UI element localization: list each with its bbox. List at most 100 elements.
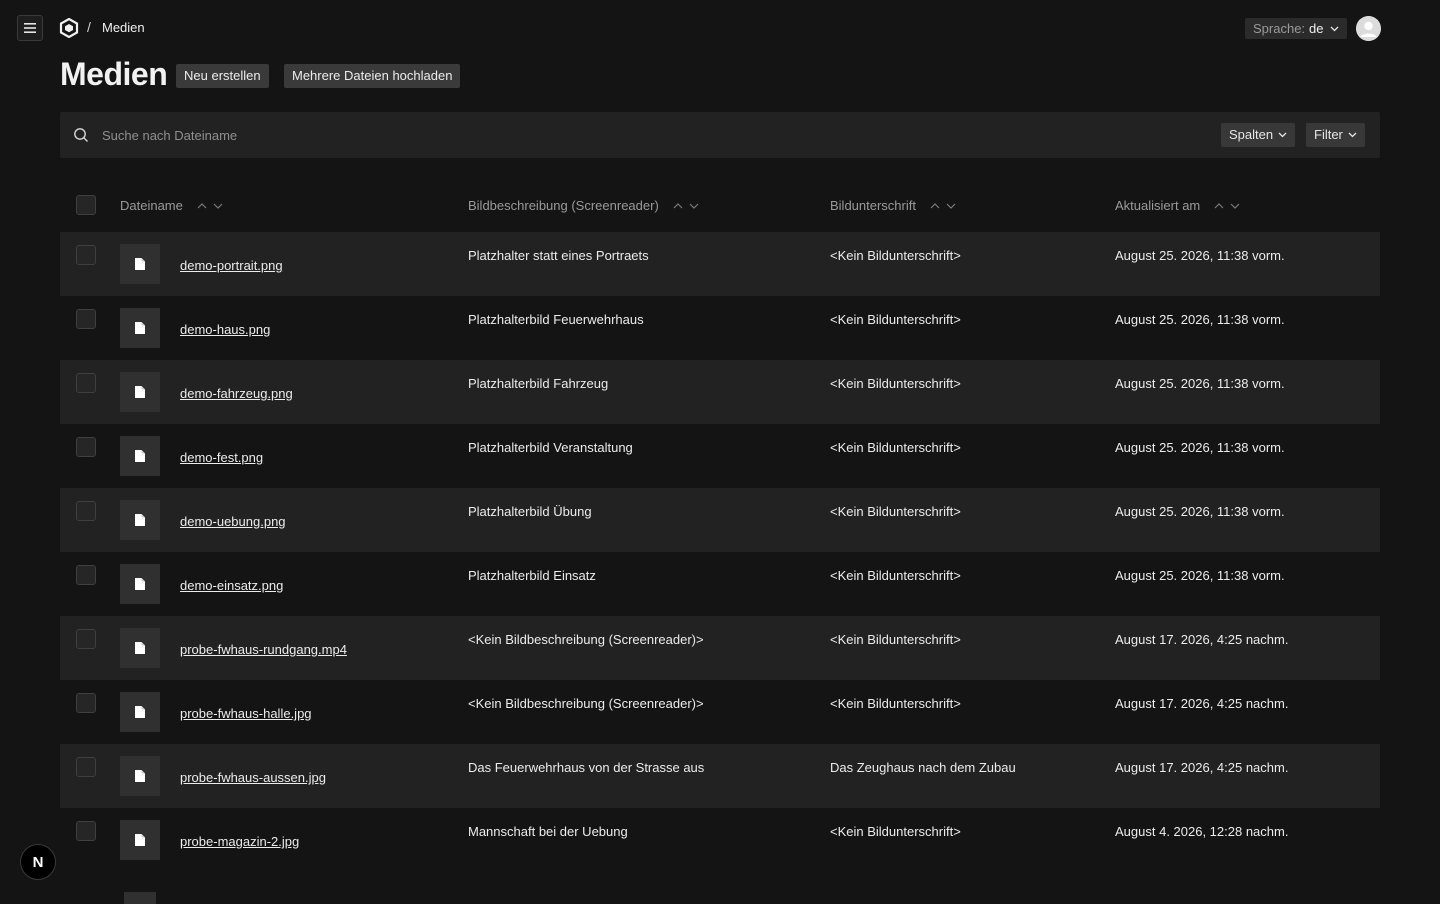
file-icon <box>135 322 145 334</box>
filename-link[interactable]: probe-fwhaus-rundgang.mp4 <box>180 642 347 657</box>
alt-text-cell: Platzhalterbild Feuerwehrhaus <box>468 312 644 327</box>
updated-date-cell: August 25. 2026, 11:38 vorm. <box>1115 248 1285 263</box>
language-label: Sprache: <box>1253 21 1306 36</box>
table-header: Dateiname Bildbeschreibung (Screenreader… <box>60 176 1380 232</box>
updated-date-cell: August 25. 2026, 11:38 vorm. <box>1115 504 1285 519</box>
breadcrumb-separator: / <box>87 19 91 35</box>
alt-text-cell: Platzhalterbild Veranstaltung <box>468 440 633 455</box>
sort-descending-icon[interactable] <box>946 201 956 211</box>
select-all-checkbox[interactable] <box>76 195 96 215</box>
table-row: demo-einsatz.png Platzhalterbild Einsatz <… <box>60 552 1380 616</box>
filename-link[interactable]: probe-magazin-2.jpg <box>180 834 299 849</box>
caption-cell: <Kein Bildunterschrift> <box>830 504 961 519</box>
column-label-filename: Dateiname <box>120 198 183 213</box>
file-icon <box>135 706 145 718</box>
table-row: demo-fest.png Platzhalterbild Veranstaltu… <box>60 424 1380 488</box>
filter-button[interactable]: Filter <box>1306 123 1365 147</box>
file-thumbnail <box>120 372 160 412</box>
sort-ascending-icon[interactable] <box>673 201 683 211</box>
table-row: demo-fahrzeug.png Platzhalterbild Fahrzeu… <box>60 360 1380 424</box>
sort-descending-icon[interactable] <box>689 201 699 211</box>
file-thumbnail <box>120 564 160 604</box>
chevron-down-icon <box>1278 132 1287 138</box>
sort-descending-icon[interactable] <box>213 201 223 211</box>
table-row: demo-portrait.png Platzhalter statt eines… <box>60 232 1380 296</box>
table-row: probe-fwhaus-aussen.jpg Das Feuerwehrhaus… <box>60 744 1380 808</box>
file-icon <box>135 770 145 782</box>
column-header-updated: Aktualisiert am <box>1115 198 1240 213</box>
column-label-updated: Aktualisiert am <box>1115 198 1201 213</box>
sort-descending-icon[interactable] <box>1230 201 1240 211</box>
sort-ascending-icon[interactable] <box>930 201 940 211</box>
file-icon <box>135 578 145 590</box>
dev-badge-letter: N <box>32 853 44 871</box>
file-thumbnail <box>120 820 160 860</box>
file-icon <box>135 450 145 462</box>
filename-link[interactable]: demo-uebung.png <box>180 514 286 529</box>
file-icon <box>135 834 145 846</box>
updated-date-cell: August 17. 2026, 4:25 nachm. <box>1115 760 1289 775</box>
filename-link[interactable]: demo-haus.png <box>180 322 270 337</box>
table-row: probe-magazin-2.jpg Mannschaft bei der Ue… <box>60 808 1380 872</box>
dev-tools-badge[interactable]: N <box>20 844 56 880</box>
file-thumbnail <box>120 244 160 284</box>
row-checkbox[interactable] <box>76 373 96 393</box>
updated-date-cell: August 25. 2026, 11:38 vorm. <box>1115 376 1285 391</box>
hamburger-menu-icon <box>24 23 36 33</box>
table-row: probe-fwhaus-halle.jpg <Kein Bildbeschrei… <box>60 680 1380 744</box>
menu-toggle-button[interactable] <box>17 15 43 41</box>
sort-ascending-icon[interactable] <box>197 201 207 211</box>
user-avatar[interactable] <box>1356 16 1381 41</box>
alt-text-cell: <Kein Bildbeschreibung (Screenreader)> <box>468 696 704 711</box>
file-thumbnail <box>124 892 156 904</box>
file-icon <box>135 386 145 398</box>
row-checkbox[interactable] <box>76 245 96 265</box>
filename-link[interactable]: demo-fest.png <box>180 450 263 465</box>
row-checkbox[interactable] <box>76 309 96 329</box>
caption-cell: <Kein Bildunterschrift> <box>830 440 961 455</box>
caption-cell: Das Zeughaus nach dem Zubau <box>830 760 1016 775</box>
filename-link[interactable]: demo-portrait.png <box>180 258 283 273</box>
filename-link[interactable]: demo-fahrzeug.png <box>180 386 293 401</box>
sort-ascending-icon[interactable] <box>1214 201 1224 211</box>
search-bar: Spalten Filter <box>60 112 1380 158</box>
file-thumbnail <box>120 628 160 668</box>
caption-cell: <Kein Bildunterschrift> <box>830 248 961 263</box>
table-row: demo-haus.png Platzhalterbild Feuerwehrha… <box>60 296 1380 360</box>
search-icon <box>74 128 88 142</box>
row-checkbox[interactable] <box>76 693 96 713</box>
create-new-button[interactable]: Neu erstellen <box>176 64 269 88</box>
caption-cell: <Kein Bildunterschrift> <box>830 568 961 583</box>
search-input[interactable] <box>100 123 1200 147</box>
row-checkbox[interactable] <box>76 821 96 841</box>
file-thumbnail <box>120 436 160 476</box>
top-bar: / Medien Sprache: de <box>0 0 1440 56</box>
bulk-upload-button[interactable]: Mehrere Dateien hochladen <box>284 64 461 88</box>
updated-date-cell: August 17. 2026, 4:25 nachm. <box>1115 696 1289 711</box>
language-select[interactable]: Sprache: de <box>1245 18 1347 39</box>
chevron-down-icon <box>1330 26 1338 31</box>
caption-cell: <Kein Bildunterschrift> <box>830 312 961 327</box>
hexagon-logo-icon[interactable] <box>59 18 79 38</box>
alt-text-cell: Platzhalterbild Fahrzeug <box>468 376 609 391</box>
filename-link[interactable]: probe-fwhaus-aussen.jpg <box>180 770 326 785</box>
column-label-caption: Bildunterschrift <box>830 198 916 213</box>
columns-button[interactable]: Spalten <box>1221 123 1296 147</box>
alt-text-cell: Mannschaft bei der Uebung <box>468 824 628 839</box>
table-row: demo-uebung.png Platzhalterbild Übung <Kei… <box>60 488 1380 552</box>
updated-date-cell: August 4. 2026, 12:28 nachm. <box>1115 824 1289 839</box>
row-checkbox[interactable] <box>76 501 96 521</box>
row-checkbox[interactable] <box>76 565 96 585</box>
filename-link[interactable]: probe-fwhaus-halle.jpg <box>180 706 312 721</box>
alt-text-cell: Platzhalterbild Einsatz <box>468 568 596 583</box>
filename-link[interactable]: demo-einsatz.png <box>180 578 283 593</box>
row-checkbox[interactable] <box>76 757 96 777</box>
updated-date-cell: August 17. 2026, 4:25 nachm. <box>1115 632 1289 647</box>
row-checkbox[interactable] <box>76 629 96 649</box>
caption-cell: <Kein Bildunterschrift> <box>830 632 961 647</box>
column-header-caption: Bildunterschrift <box>830 198 956 213</box>
alt-text-cell: <Kein Bildbeschreibung (Screenreader)> <box>468 632 704 647</box>
updated-date-cell: August 25. 2026, 11:38 vorm. <box>1115 440 1285 455</box>
updated-date-cell: August 25. 2026, 11:38 vorm. <box>1115 568 1285 583</box>
row-checkbox[interactable] <box>76 437 96 457</box>
